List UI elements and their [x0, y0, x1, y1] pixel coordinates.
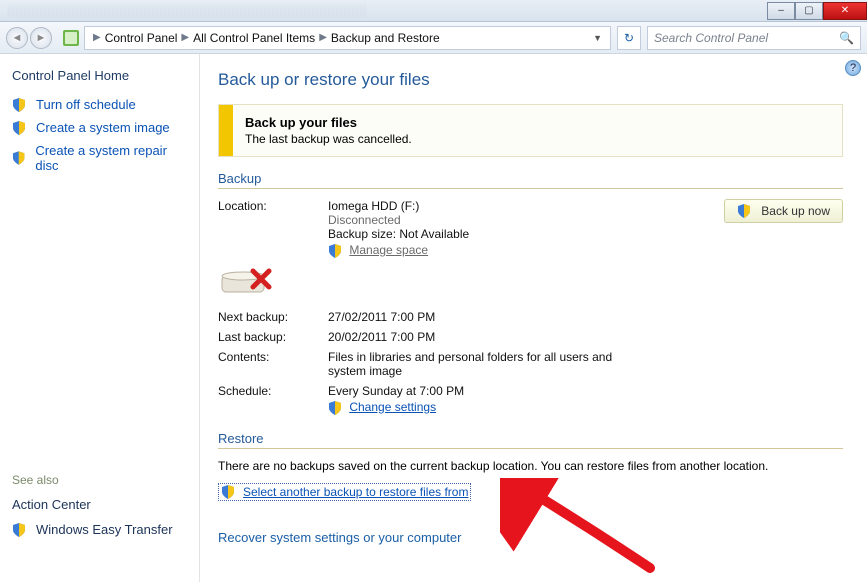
- search-icon: 🔍: [839, 31, 854, 45]
- crumb-backup-restore[interactable]: Backup and Restore: [331, 31, 440, 45]
- see-also-label: Windows Easy Transfer: [36, 522, 173, 537]
- change-settings-link[interactable]: Change settings: [349, 400, 436, 414]
- last-backup-value: 20/02/2011 7:00 PM: [328, 330, 693, 344]
- shield-icon: [12, 121, 26, 135]
- next-backup-label: Next backup:: [218, 310, 328, 324]
- chevron-right-icon: ▶: [319, 32, 327, 43]
- backup-size: Backup size: Not Available: [328, 227, 693, 241]
- section-heading-backup: Backup: [218, 171, 843, 189]
- back-up-now-label: Back up now: [761, 204, 830, 218]
- minimize-button[interactable]: –: [767, 2, 795, 20]
- see-also-heading: See also: [12, 473, 187, 487]
- refresh-button[interactable]: ↻: [617, 26, 641, 50]
- shield-icon: [12, 151, 25, 165]
- schedule-label: Schedule:: [218, 384, 328, 415]
- maximize-button[interactable]: ▢: [795, 2, 823, 20]
- crumb-all-items[interactable]: All Control Panel Items: [193, 31, 315, 45]
- crumb-control-panel[interactable]: Control Panel: [105, 31, 178, 45]
- drive-icon: [218, 264, 693, 300]
- sidebar-item-turn-off-schedule[interactable]: Turn off schedule: [12, 97, 187, 112]
- see-also-windows-easy-transfer[interactable]: Windows Easy Transfer: [12, 522, 187, 537]
- control-panel-home[interactable]: Control Panel Home: [12, 68, 187, 83]
- title-bar: – ▢ ✕: [0, 0, 867, 22]
- select-another-backup-label: Select another backup to restore files f…: [243, 485, 468, 499]
- shield-icon: [737, 204, 751, 218]
- back-button[interactable]: ◄: [6, 27, 28, 49]
- select-another-backup-link[interactable]: Select another backup to restore files f…: [218, 483, 471, 501]
- breadcrumb-dropdown-icon[interactable]: ▼: [589, 33, 606, 43]
- shield-icon: [12, 98, 26, 112]
- breadcrumb[interactable]: ▶ Control Panel ▶ All Control Panel Item…: [84, 26, 611, 50]
- location-label: Location:: [218, 199, 328, 258]
- window-controls: – ▢ ✕: [767, 2, 867, 20]
- alert-accent-bar: [219, 105, 233, 156]
- help-icon[interactable]: ?: [845, 60, 861, 76]
- search-placeholder: Search Control Panel: [654, 31, 768, 45]
- sidebar-item-label: Create a system repair disc: [35, 143, 187, 173]
- sidebar: Control Panel Home Turn off schedule Cre…: [0, 54, 200, 582]
- control-panel-icon: [62, 29, 80, 47]
- shield-icon: [12, 523, 26, 537]
- search-input[interactable]: Search Control Panel 🔍: [647, 26, 861, 50]
- content-area: Control Panel Home Turn off schedule Cre…: [0, 54, 867, 582]
- page-title: Back up or restore your files: [218, 70, 843, 90]
- location-value: Iomega HDD (F:): [328, 199, 693, 213]
- chevron-right-icon: ▶: [181, 32, 189, 43]
- back-up-now-button[interactable]: Back up now: [724, 199, 843, 223]
- recover-system-settings-link[interactable]: Recover system settings or your computer: [218, 530, 843, 545]
- next-backup-value: 27/02/2011 7:00 PM: [328, 310, 693, 324]
- sidebar-item-create-repair-disc[interactable]: Create a system repair disc: [12, 143, 187, 173]
- shield-icon: [328, 401, 342, 415]
- address-bar: ◄ ► ▶ Control Panel ▶ All Control Panel …: [0, 22, 867, 54]
- restore-message: There are no backups saved on the curren…: [218, 459, 843, 473]
- forward-button[interactable]: ►: [30, 27, 52, 49]
- see-also-action-center[interactable]: Action Center: [12, 497, 187, 512]
- error-x-icon: [250, 268, 300, 304]
- alert-banner: Back up your files The last backup was c…: [218, 104, 843, 157]
- sidebar-item-label: Create a system image: [36, 120, 170, 135]
- section-heading-restore: Restore: [218, 431, 843, 449]
- sidebar-item-create-system-image[interactable]: Create a system image: [12, 120, 187, 135]
- alert-title: Back up your files: [245, 115, 412, 130]
- contents-value: Files in libraries and personal folders …: [328, 350, 628, 378]
- location-status: Disconnected: [328, 213, 693, 227]
- nav-arrows: ◄ ►: [6, 27, 52, 49]
- shield-icon: [328, 244, 342, 258]
- manage-space-link[interactable]: Manage space: [349, 243, 428, 257]
- main-panel: Back up or restore your files Back up yo…: [200, 54, 867, 582]
- contents-label: Contents:: [218, 350, 328, 378]
- shield-icon: [221, 485, 235, 499]
- chevron-right-icon: ▶: [93, 32, 101, 43]
- alert-message: The last backup was cancelled.: [245, 132, 412, 146]
- close-button[interactable]: ✕: [823, 2, 867, 20]
- last-backup-label: Last backup:: [218, 330, 328, 344]
- schedule-value: Every Sunday at 7:00 PM: [328, 384, 693, 398]
- sidebar-item-label: Turn off schedule: [36, 97, 136, 112]
- title-text-blurred: [8, 4, 368, 18]
